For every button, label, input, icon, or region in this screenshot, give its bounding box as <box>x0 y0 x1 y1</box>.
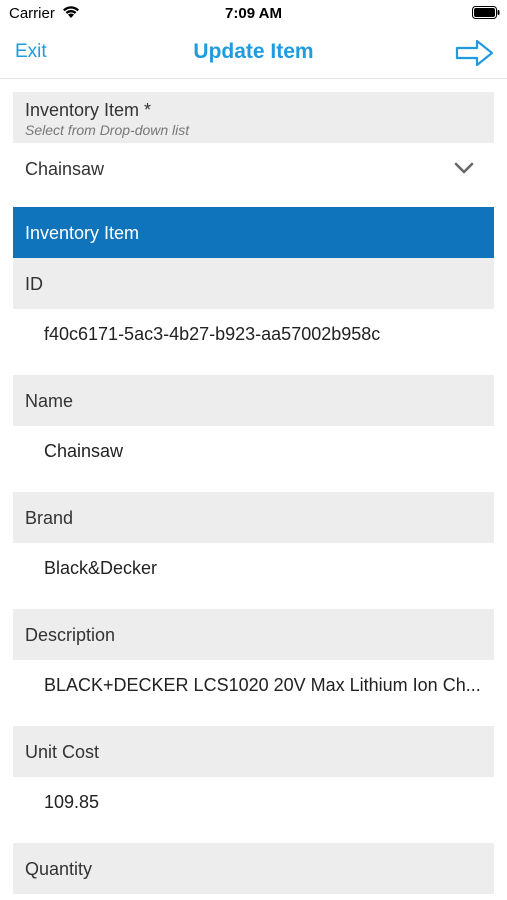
navigation-bar: Exit Update Item <box>0 28 507 79</box>
field-value-text: f40c6171-5ac3-4b27-b923-aa57002b958c <box>44 324 381 344</box>
field-value-text: Black&Decker <box>44 558 158 578</box>
field-value-text: BLACK+DECKER LCS1020 20V Max Lithium Ion… <box>44 675 481 695</box>
inventory-select-label: Inventory Item * <box>25 100 152 120</box>
inventory-item-section-header: Inventory Item <box>13 207 494 258</box>
inventory-select-header: Inventory Item * Select from Drop-down l… <box>13 92 494 143</box>
field-label-quantity: Quantity <box>13 843 494 894</box>
page-title: Update Item <box>193 40 314 63</box>
field-value-unit-cost: 109.85 <box>13 777 494 843</box>
field-label-text: ID <box>25 274 43 294</box>
field-label-text: Description <box>25 625 116 645</box>
field-value-brand: Black&Decker <box>13 543 494 609</box>
field-label-name: Name <box>13 375 494 426</box>
form-content: Inventory Item * Select from Drop-down l… <box>13 92 494 894</box>
arrow-right-icon[interactable] <box>455 38 495 68</box>
field-value-name: Chainsaw <box>13 426 494 492</box>
section-title: Inventory Item <box>25 223 140 243</box>
field-label-text: Quantity <box>25 859 93 879</box>
battery-icon <box>472 6 500 19</box>
status-time: 7:09 AM <box>225 5 282 22</box>
field-label-brand: Brand <box>13 492 494 543</box>
field-value-id: f40c6171-5ac3-4b27-b923-aa57002b958c <box>13 309 494 375</box>
chevron-down-icon <box>454 161 474 175</box>
field-label-unit-cost: Unit Cost <box>13 726 494 777</box>
inventory-item-dropdown[interactable]: Chainsaw <box>13 143 494 194</box>
field-value-description: BLACK+DECKER LCS1020 20V Max Lithium Ion… <box>13 660 494 726</box>
inventory-item-selected-value: Chainsaw <box>25 159 105 179</box>
field-label-text: Unit Cost <box>25 742 100 762</box>
field-label-text: Name <box>25 391 74 411</box>
field-value-text: Chainsaw <box>44 441 124 461</box>
field-label-description: Description <box>13 609 494 660</box>
field-label-text: Brand <box>25 508 74 528</box>
status-bar: Carrier 7:09 AM <box>0 0 507 28</box>
field-label-id: ID <box>13 258 494 309</box>
field-value-text: 109.85 <box>44 792 100 812</box>
inventory-select-hint: Select from Drop-down list <box>25 122 190 138</box>
